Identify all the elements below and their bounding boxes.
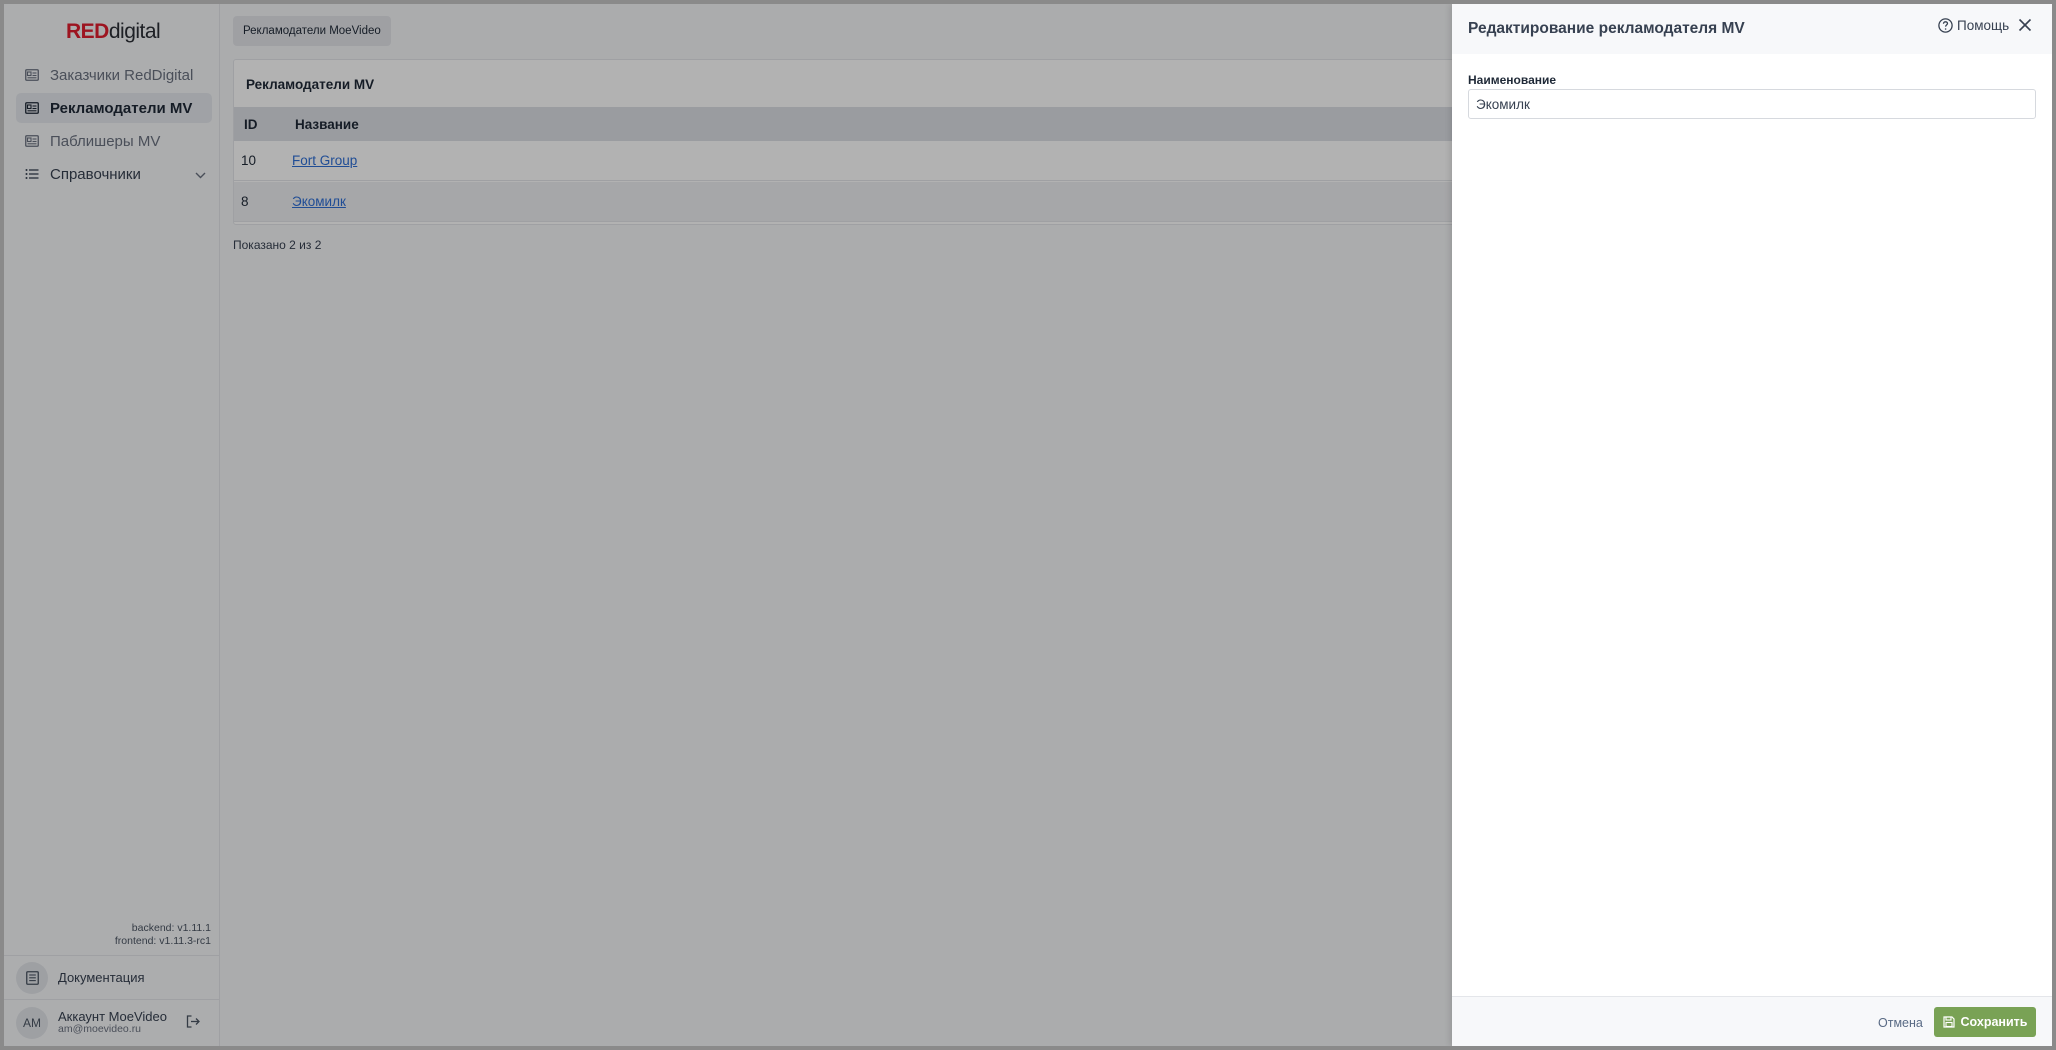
modal-backdrop[interactable] bbox=[4, 4, 1452, 1046]
cancel-button[interactable]: Отмена bbox=[1870, 1009, 1931, 1037]
name-field-label: Наименование bbox=[1468, 73, 1557, 87]
name-input[interactable] bbox=[1468, 89, 2036, 119]
drawer-footer: Отмена Сохранить bbox=[1452, 996, 2052, 1046]
question-circle-icon bbox=[1938, 18, 1953, 33]
edit-advertiser-drawer: Редактирование рекламодателя MV Помощь Н… bbox=[1452, 4, 2052, 1046]
floppy-disk-icon bbox=[1942, 1016, 1955, 1028]
drawer-header: Редактирование рекламодателя MV Помощь bbox=[1452, 4, 2052, 54]
app-window: REDdigital Заказчики RedDigital Рекламод… bbox=[4, 4, 2052, 1046]
drawer-title: Редактирование рекламодателя MV bbox=[1468, 20, 1745, 37]
help-button[interactable]: Помощь bbox=[1938, 18, 2009, 33]
close-icon[interactable] bbox=[2018, 18, 2032, 37]
save-label: Сохранить bbox=[1960, 1015, 2028, 1029]
help-label: Помощь bbox=[1957, 18, 2010, 33]
save-button[interactable]: Сохранить bbox=[1934, 1007, 2036, 1037]
